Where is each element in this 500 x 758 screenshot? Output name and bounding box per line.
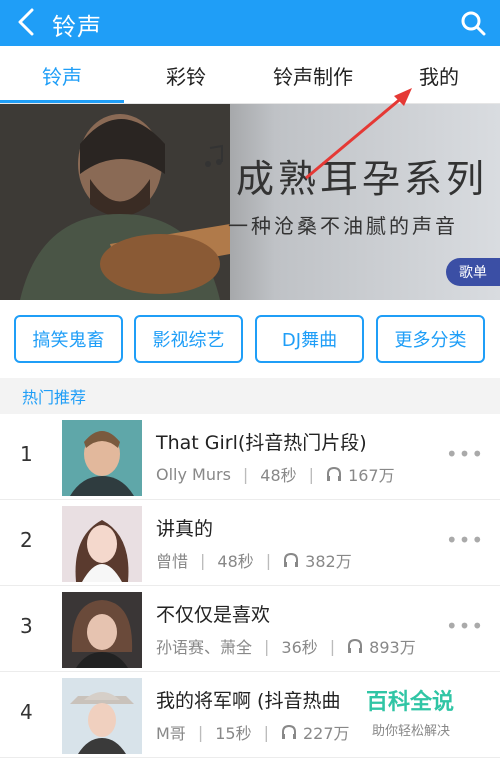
divider: | xyxy=(197,722,204,742)
song-title: 讲真的 xyxy=(156,518,214,540)
headphone-icon xyxy=(284,552,299,567)
banner-subtitle: 一种沧桑不油腻的声音 xyxy=(228,214,458,238)
category-row: 搞笑鬼畜 影视综艺 DJ舞曲 更多分类 xyxy=(0,300,500,378)
song-cover-image xyxy=(62,592,142,668)
more-options-button[interactable]: ••• xyxy=(446,442,483,466)
tab-bar: 铃声 彩铃 铃声制作 我的 xyxy=(0,46,500,104)
ellipsis-icon: ••• xyxy=(445,614,485,638)
song-cover-image xyxy=(62,506,142,582)
song-meta: 孙语赛、萧全 | 36秒 | 893万 xyxy=(156,634,416,658)
song-title: 不仅仅是喜欢 xyxy=(156,604,271,626)
divider: | xyxy=(242,464,249,484)
song-duration: 15秒 xyxy=(215,724,252,743)
category-more-button[interactable]: 更多分类 xyxy=(376,315,485,363)
watermark-title: 百科全说 xyxy=(366,690,455,715)
section-hot-recommend: 热门推荐 xyxy=(0,378,500,414)
song-title: That Girl(抖音热门片段) xyxy=(156,432,367,454)
divider: | xyxy=(263,722,269,742)
song-duration: 48秒 xyxy=(217,552,254,571)
song-meta: Olly Murs | 48秒 | 167万 xyxy=(156,462,395,486)
tab-ringtone[interactable]: 铃声 xyxy=(0,46,124,104)
banner-title: 成熟耳孕系列 xyxy=(236,157,489,201)
song-artist: M哥 xyxy=(156,724,186,743)
headphone-icon xyxy=(281,724,296,739)
song-plays: 167万 xyxy=(348,466,395,485)
song-row[interactable]: 1 That Girl(抖音热门片段) Olly Murs | 48秒 | 16… xyxy=(0,414,500,500)
category-funny-button[interactable]: 搞笑鬼畜 xyxy=(14,315,123,363)
headphone-icon xyxy=(327,466,342,481)
more-options-button[interactable]: ••• xyxy=(446,528,483,552)
song-rank: 3 xyxy=(20,614,33,638)
divider: | xyxy=(200,550,206,570)
song-title: 我的将军啊 (抖音热曲 xyxy=(156,690,341,712)
banner-guitarist-image xyxy=(0,104,230,300)
song-artist: 曾惜 xyxy=(156,552,189,571)
song-rank: 4 xyxy=(20,700,33,724)
more-options-button[interactable]: ••• xyxy=(446,614,483,638)
song-artist: 孙语赛、萧全 xyxy=(156,638,253,657)
song-meta: M哥 | 15秒 | 227万 xyxy=(156,720,350,744)
song-plays: 227万 xyxy=(302,724,350,743)
watermark: 百科全说 助你轻松解决 xyxy=(350,676,500,756)
song-row[interactable]: 3 不仅仅是喜欢 孙语赛、萧全 | 36秒 | 893万 ••• xyxy=(0,586,500,672)
song-artist: Olly Murs xyxy=(156,464,231,484)
category-dj-button[interactable]: DJ舞曲 xyxy=(255,315,364,363)
headphone-icon xyxy=(348,638,363,653)
divider: | xyxy=(265,550,272,570)
song-cover-image xyxy=(62,420,142,496)
category-film-tv-button[interactable]: 影视综艺 xyxy=(134,315,243,363)
song-plays: 893万 xyxy=(369,638,416,657)
song-duration: 36秒 xyxy=(281,638,318,657)
banner-tag-playlist: 歌单 xyxy=(446,258,500,286)
divider: | xyxy=(264,636,270,656)
song-cover-image xyxy=(62,678,142,754)
divider: | xyxy=(329,636,336,656)
tab-mine[interactable]: 我的 xyxy=(378,46,500,104)
ellipsis-icon: ••• xyxy=(445,528,485,552)
tab-color-ring[interactable]: 彩铃 xyxy=(124,46,248,104)
song-meta: 曾惜 | 48秒 | 382万 xyxy=(156,548,352,572)
watermark-subtitle: 助你轻松解决 xyxy=(372,724,451,739)
top-bar: 铃声 xyxy=(0,0,500,46)
song-rank: 2 xyxy=(20,528,33,552)
song-rank: 1 xyxy=(20,442,33,466)
chevron-left-icon xyxy=(18,8,34,36)
song-row[interactable]: 2 讲真的 曾惜 | 48秒 | 382万 ••• xyxy=(0,500,500,586)
back-button[interactable] xyxy=(8,4,44,40)
song-duration: 48秒 xyxy=(260,466,297,485)
tab-ringtone-maker[interactable]: 铃声制作 xyxy=(248,46,378,104)
active-tab-indicator xyxy=(0,100,124,103)
search-icon xyxy=(461,11,486,36)
divider: | xyxy=(308,464,315,484)
ellipsis-icon: ••• xyxy=(445,442,485,466)
music-note-icon xyxy=(205,144,223,167)
search-button[interactable] xyxy=(454,4,492,42)
page-title: 铃声 xyxy=(52,13,102,41)
song-plays: 382万 xyxy=(305,552,352,571)
